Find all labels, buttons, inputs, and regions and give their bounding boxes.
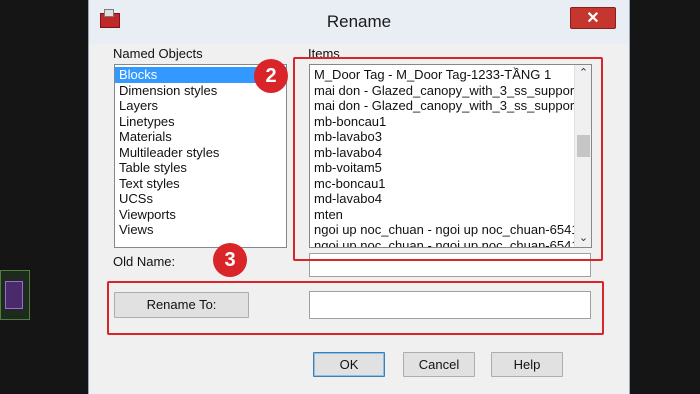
annotation-badge-2: 2: [254, 59, 288, 93]
close-button[interactable]: ✕: [570, 7, 616, 29]
named-object-item[interactable]: Views: [115, 222, 286, 238]
annotation-box-items: [293, 57, 603, 261]
annotation-badge-3: 3: [213, 243, 247, 277]
named-object-item[interactable]: Layers: [115, 98, 286, 114]
old-name-label: Old Name:: [113, 254, 176, 269]
named-object-item[interactable]: UCSs: [115, 191, 286, 207]
named-object-item[interactable]: Viewports: [115, 207, 286, 223]
named-object-item[interactable]: Multileader styles: [115, 145, 286, 161]
named-object-item[interactable]: Table styles: [115, 160, 286, 176]
named-objects-list[interactable]: Blocks Dimension styles Layers Linetypes Mat…: [114, 64, 287, 248]
named-object-item[interactable]: Text styles: [115, 176, 286, 192]
cad-component-shape: [5, 281, 23, 309]
cancel-button[interactable]: Cancel: [403, 352, 475, 377]
dialog-title: Rename: [326, 12, 392, 31]
ok-button[interactable]: OK: [313, 352, 385, 377]
help-button[interactable]: Help: [491, 352, 563, 377]
named-objects-label: Named Objects: [113, 46, 203, 61]
annotation-box-rename: [107, 281, 604, 335]
cad-drawing-thumbnail: [0, 270, 30, 320]
named-objects-label-text: Named Objects: [113, 46, 203, 61]
named-object-item[interactable]: Materials: [115, 129, 286, 145]
title-bar: Rename ✕: [89, 0, 629, 44]
named-object-item[interactable]: Linetypes: [115, 114, 286, 130]
